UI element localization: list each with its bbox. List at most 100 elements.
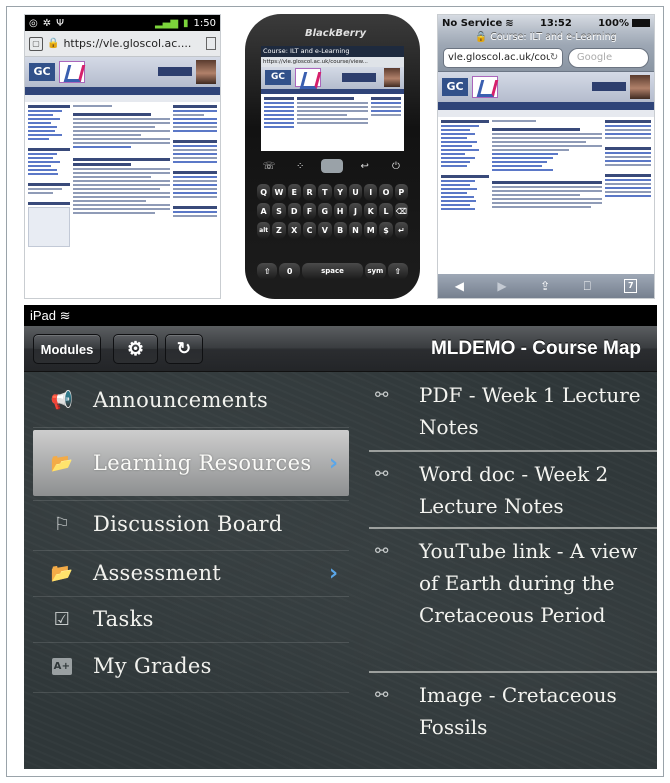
key[interactable]: Z	[272, 222, 286, 239]
key[interactable]: V	[318, 222, 332, 239]
modules-button[interactable]: Modules	[33, 334, 101, 364]
vle-page-thumbnail: GC	[25, 57, 220, 298]
key[interactable]: E	[287, 184, 301, 201]
menu-key-icon[interactable]: ⁘	[290, 161, 310, 172]
key[interactable]: J	[348, 203, 363, 220]
status-time: 13:52	[539, 17, 572, 29]
blackberry-device: BlackBerry Course: ILT and e-Learning ht…	[245, 14, 420, 299]
key[interactable]: G	[318, 203, 332, 220]
key[interactable]: T	[318, 184, 332, 201]
zero-key[interactable]: 0	[279, 263, 300, 280]
settings-button[interactable]: ⚙	[113, 334, 158, 364]
resource-item-youtube[interactable]: ⚯ YouTube link - A view of Earth during …	[369, 535, 657, 631]
key[interactable]: ↵	[394, 222, 408, 239]
menu-item-label: Discussion Board	[93, 511, 283, 536]
pages-icon[interactable]: 7	[624, 279, 638, 293]
blackberry-keyboard: Q W E R T Y U I O P A S D F G H J K L ⌫ …	[257, 184, 408, 239]
ipad-screenshot: iPad ≋ Modules ⚙ ↻ MLDEMO - Course Map 📢…	[24, 305, 657, 769]
lock-icon: 🔒	[47, 38, 60, 49]
carrier-label: No Service	[442, 17, 503, 29]
blackberry-screen: Course: ILT and e-Learning https://vle.g…	[261, 46, 404, 151]
blackberry-bottom-keys: ⇧ 0 space sym ⇧	[257, 263, 408, 280]
trackpad[interactable]	[321, 159, 343, 173]
navigation-bar: Modules ⚙ ↻ MLDEMO - Course Map	[24, 326, 657, 372]
reload-icon[interactable]: ↻	[550, 49, 562, 67]
shift-key-right[interactable]: ⇧	[387, 263, 408, 280]
page-title: MLDEMO - Course Map	[430, 338, 641, 359]
wifi-icon: ≋	[505, 17, 514, 29]
menu-item-label: Tasks	[93, 606, 154, 631]
key[interactable]: U	[348, 184, 363, 201]
menu-item-learning-resources[interactable]: 📂 Learning Resources ›	[33, 430, 349, 496]
resource-item-pdf[interactable]: ⚯ PDF - Week 1 Lecture Notes	[369, 379, 657, 443]
link-icon: ⚯	[375, 541, 389, 560]
blackberry-url-field[interactable]: https://vle.gloscol.ac.uk/course/view...	[261, 57, 404, 67]
bookmark-icon[interactable]	[206, 37, 216, 50]
key[interactable]: I	[364, 184, 378, 201]
signal-icon: ▂▄▆	[154, 17, 179, 29]
menu-item-assessment[interactable]: 📂 Assessment ›	[33, 554, 349, 592]
back-icon[interactable]: ↩	[355, 161, 375, 172]
key[interactable]: P	[394, 184, 408, 201]
share-icon[interactable]: ⇪	[540, 279, 550, 293]
sym-key[interactable]: sym	[365, 263, 386, 280]
bookmarks-icon[interactable]: ⎕	[584, 279, 591, 294]
battery-icon	[632, 19, 650, 27]
key[interactable]: alt	[257, 222, 271, 239]
key[interactable]: F	[302, 203, 317, 220]
key[interactable]: Y	[333, 184, 347, 201]
space-key[interactable]: space	[301, 263, 364, 280]
key[interactable]: ⌫	[394, 203, 408, 220]
chevron-right-icon: ›	[329, 450, 339, 476]
resource-label: Image - Cretaceous Fossils	[419, 683, 617, 739]
folder-icon: 📂	[50, 562, 74, 584]
blackberry-screenshot: BlackBerry Course: ILT and e-Learning ht…	[240, 14, 425, 299]
course-menu: 📢 Announcements 📂 Learning Resources › ⚐…	[33, 372, 349, 769]
resource-list: ⚯ PDF - Week 1 Lecture Notes ⚯ Word doc …	[369, 379, 657, 769]
key[interactable]: H	[333, 203, 347, 220]
tabs-icon[interactable]: ▢	[29, 36, 43, 51]
grade-icon: A+	[45, 652, 79, 680]
link-icon: ⚯	[375, 464, 389, 483]
browser-address-bar: ▢ 🔒 https://vle.gloscol.ac....	[25, 31, 220, 57]
refresh-button[interactable]: ↻	[165, 334, 203, 364]
notification-icon: ✲	[42, 17, 52, 29]
call-icon[interactable]: ☏	[259, 161, 279, 172]
menu-item-announcements[interactable]: 📢 Announcements	[33, 378, 349, 422]
menu-item-my-grades[interactable]: A+ My Grades	[33, 646, 349, 686]
url-field[interactable]: https://vle.gloscol.ac....	[63, 37, 202, 50]
android-status-bar: ◎ ✲ Ψ ▂▄▆ ▮ 1:50	[25, 15, 220, 31]
key[interactable]: W	[272, 184, 286, 201]
key[interactable]: L	[379, 203, 393, 220]
vle-page-thumbnail: GC	[261, 67, 404, 151]
key[interactable]: C	[302, 222, 317, 239]
key[interactable]: $	[379, 222, 393, 239]
menu-item-label: Announcements	[93, 387, 269, 412]
key[interactable]: K	[364, 203, 378, 220]
key[interactable]: N	[348, 222, 363, 239]
key[interactable]: A	[257, 203, 271, 220]
wifi-icon: ≋	[59, 308, 71, 323]
key[interactable]: X	[287, 222, 301, 239]
resource-label: PDF - Week 1 Lecture Notes	[419, 383, 641, 439]
menu-item-discussion-board[interactable]: ⚐ Discussion Board	[33, 504, 349, 544]
resource-item-word-doc[interactable]: ⚯ Word doc - Week 2 Lecture Notes	[369, 458, 657, 522]
end-call-icon[interactable]: ⏻	[386, 161, 406, 172]
key[interactable]: O	[379, 184, 393, 201]
forward-icon[interactable]: ▶	[497, 279, 506, 293]
blackberry-logo: BlackBerry	[305, 28, 367, 39]
key[interactable]: B	[333, 222, 347, 239]
url-field[interactable]: vle.gloscol.ac.uk/cour...↻	[443, 48, 563, 68]
key[interactable]: M	[364, 222, 378, 239]
search-field[interactable]: Google	[567, 48, 649, 68]
key[interactable]: D	[287, 203, 301, 220]
menu-item-tasks[interactable]: ☑ Tasks	[33, 600, 349, 638]
battery-icon: ▮	[183, 17, 189, 29]
key[interactable]: R	[302, 184, 317, 201]
resource-item-image[interactable]: ⚯ Image - Cretaceous Fossils	[369, 679, 657, 743]
refresh-icon: ↻	[176, 339, 192, 358]
key[interactable]: Q	[257, 184, 271, 201]
key[interactable]: S	[272, 203, 286, 220]
shift-key[interactable]: ⇧	[257, 263, 278, 280]
back-icon[interactable]: ◀	[455, 279, 464, 293]
